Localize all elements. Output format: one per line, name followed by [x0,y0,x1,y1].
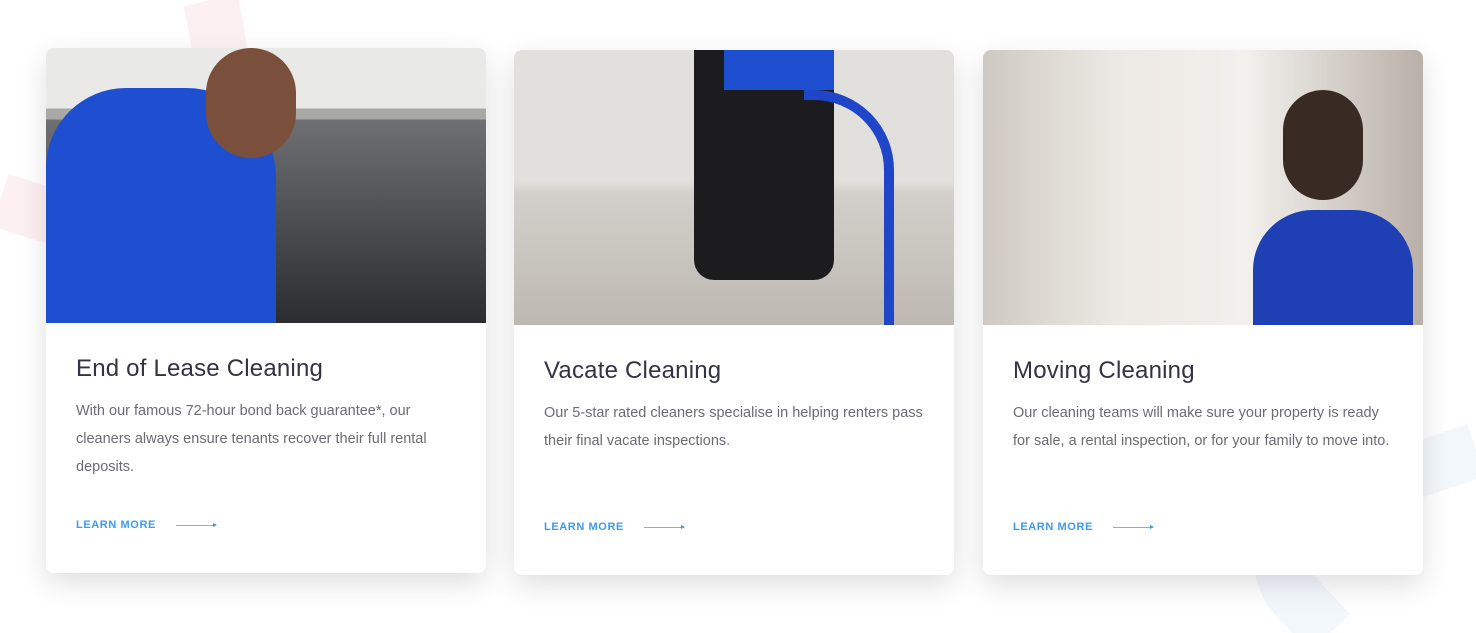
learn-more-label: LEARN MORE [76,519,156,531]
card-title: Moving Cleaning [1013,357,1195,384]
learn-more-link[interactable]: LEARN MORE [1013,521,1393,533]
learn-more-link[interactable]: LEARN MORE [76,519,456,531]
arrow-right-icon [643,524,685,529]
card-description: With our famous 72-hour bond back guaran… [76,403,427,475]
card-image [46,48,486,323]
card-title: Vacate Cleaning [544,357,722,384]
arrow-right-icon [175,522,217,527]
card-image [514,50,954,325]
service-card-end-of-lease: End of Lease Cleaning With our famous 72… [46,48,486,573]
learn-more-link[interactable]: LEARN MORE [544,521,924,533]
card-image [983,50,1423,325]
service-card-vacate: Vacate Cleaning Our 5-star rated cleaner… [514,50,954,575]
card-description: Our 5-star rated cleaners specialise in … [544,405,923,449]
learn-more-label: LEARN MORE [544,521,624,533]
card-title: End of Lease Cleaning [76,355,324,382]
service-card-moving: Moving Cleaning Our cleaning teams will … [983,50,1423,575]
arrow-right-icon [1112,524,1154,529]
card-description: Our cleaning teams will make sure your p… [1013,405,1390,449]
learn-more-label: LEARN MORE [1013,521,1093,533]
